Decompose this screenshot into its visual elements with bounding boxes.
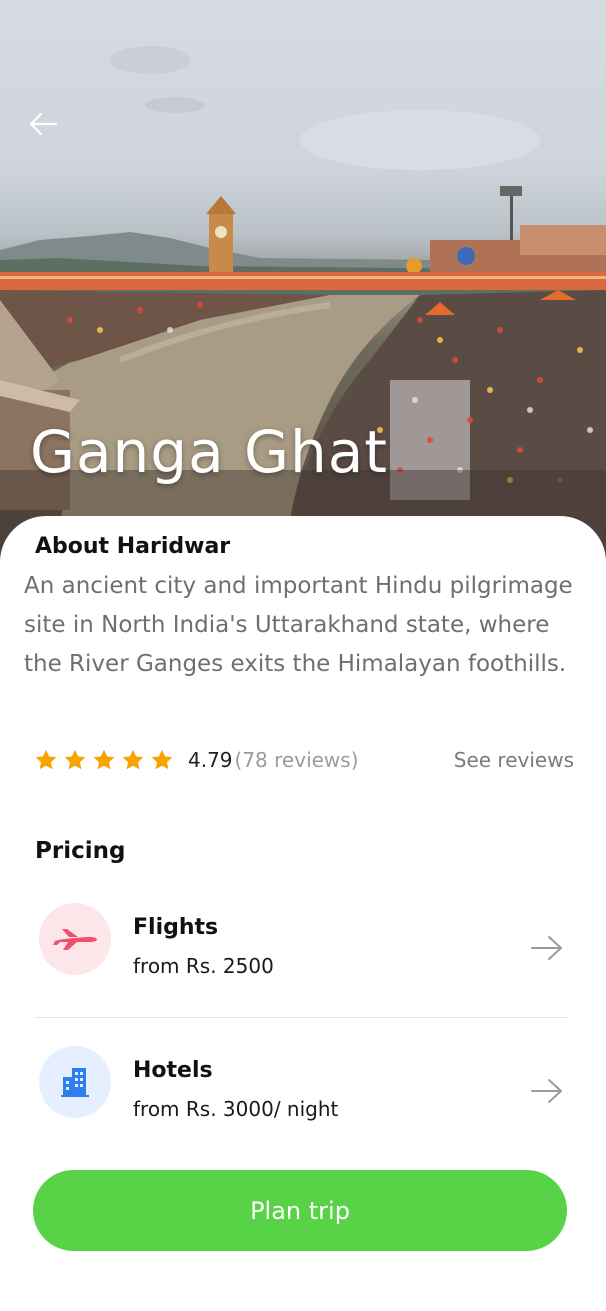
star-icon xyxy=(93,749,115,770)
about-description: An ancient city and important Hindu pilg… xyxy=(24,573,573,677)
destination-title: Ganga Ghat xyxy=(30,418,389,486)
hotels-price: from Rs. 3000/ night xyxy=(133,1097,339,1121)
airplane-icon xyxy=(53,929,97,950)
hotels-pricing-item[interactable]: Hotels from Rs. 3000/ night xyxy=(34,1046,568,1136)
flights-label: Flights xyxy=(133,915,219,940)
divider xyxy=(34,1017,568,1018)
hotels-label: Hotels xyxy=(133,1058,213,1083)
arrow-right-icon xyxy=(531,1079,562,1103)
star-icon xyxy=(151,749,173,770)
rating-value: 4.79 xyxy=(188,748,233,772)
review-count: (78 reviews) xyxy=(234,748,359,772)
flights-icon-badge xyxy=(39,903,111,975)
building-icon xyxy=(61,1068,89,1097)
rating-row: 4.79 (78 reviews) See reviews xyxy=(34,740,574,780)
arrow-right-icon xyxy=(531,936,562,960)
plan-trip-button[interactable]: Plan trip xyxy=(33,1170,567,1251)
hero-image: Ganga Ghat xyxy=(0,0,606,560)
star-rating xyxy=(34,748,174,772)
flights-pricing-item[interactable]: Flights from Rs. 2500 xyxy=(34,903,568,993)
hotels-icon-badge xyxy=(39,1046,111,1118)
arrow-left-icon xyxy=(29,112,58,136)
flights-price: from Rs. 2500 xyxy=(133,954,274,978)
back-button[interactable] xyxy=(28,112,72,152)
about-heading: About Haridwar xyxy=(35,534,231,559)
star-icon xyxy=(64,749,86,770)
see-reviews-link[interactable]: See reviews xyxy=(454,748,574,772)
star-icon xyxy=(35,749,57,770)
pricing-heading: Pricing xyxy=(35,838,126,864)
star-icon xyxy=(122,749,144,770)
